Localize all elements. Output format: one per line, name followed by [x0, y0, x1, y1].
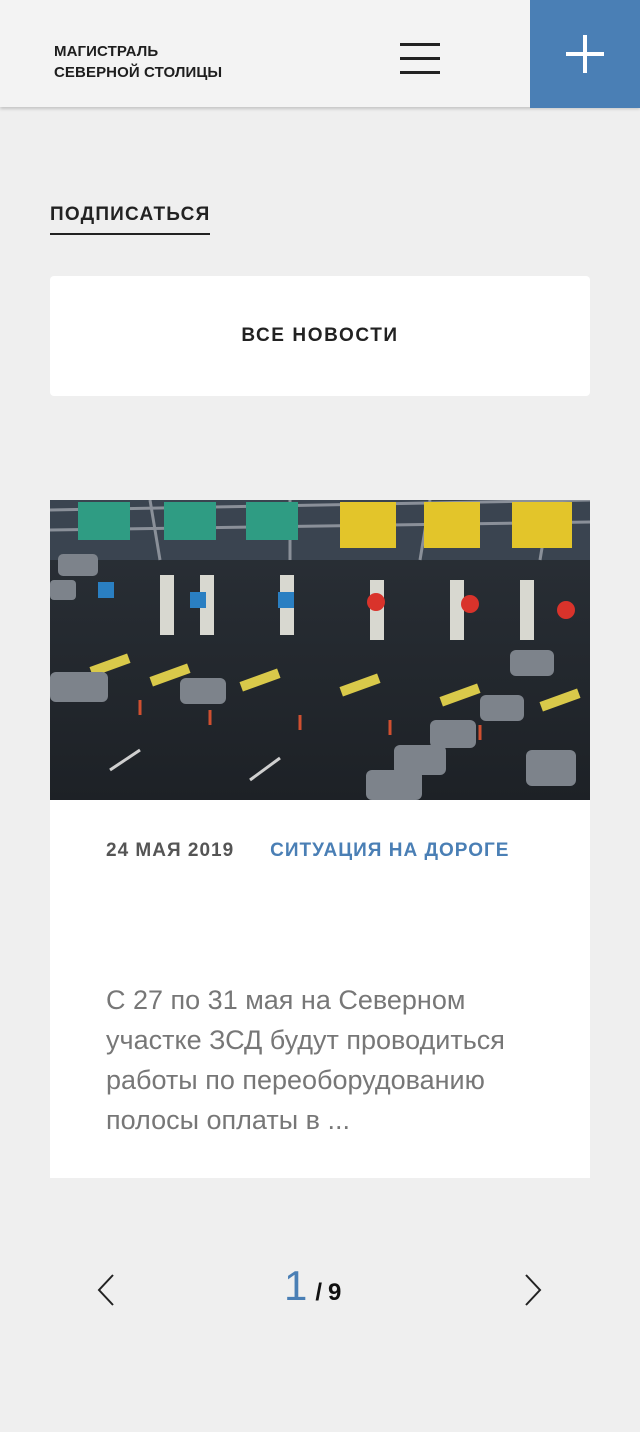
all-news-button[interactable]: ВСЕ НОВОСТИ	[50, 276, 590, 396]
hamburger-menu-icon[interactable]	[398, 40, 442, 76]
news-card[interactable]: 24 МАЯ 2019 СИТУАЦИЯ НА ДОРОГЕ С 27 по 31…	[50, 500, 590, 1178]
news-excerpt: С 27 по 31 мая на Северном участке ЗСД б…	[106, 985, 505, 1135]
news-card-meta: 24 МАЯ 2019 СИТУАЦИЯ НА ДОРОГЕ	[106, 840, 509, 862]
page-separator: /	[315, 1279, 323, 1306]
logo-line-2: СЕВЕРНОЙ СТОЛИЦЫ	[54, 64, 223, 81]
news-category-link[interactable]: СИТУАЦИЯ НА ДОРОГЕ	[270, 840, 509, 861]
logo-line-1: МАГИСТРАЛЬ	[54, 43, 159, 60]
chevron-right-icon[interactable]	[520, 1272, 544, 1308]
total-pages: 9	[328, 1279, 342, 1306]
logo[interactable]: МАГИСТРАЛЬ СЕВЕРНОЙ СТОЛИЦЫ	[54, 41, 222, 83]
news-date: 24 МАЯ 2019	[106, 840, 235, 861]
chevron-left-icon[interactable]	[95, 1272, 119, 1308]
pagination: 1 /9	[0, 1262, 640, 1322]
header: МАГИСТРАЛЬ СЕВЕРНОЙ СТОЛИЦЫ	[0, 0, 640, 108]
news-card-image	[50, 500, 590, 800]
add-button[interactable]	[530, 0, 640, 108]
page-indicator: 1 /9	[284, 1262, 341, 1310]
subscribe-link[interactable]: ПОДПИСАТЬСЯ	[50, 204, 211, 235]
current-page: 1	[284, 1262, 308, 1309]
